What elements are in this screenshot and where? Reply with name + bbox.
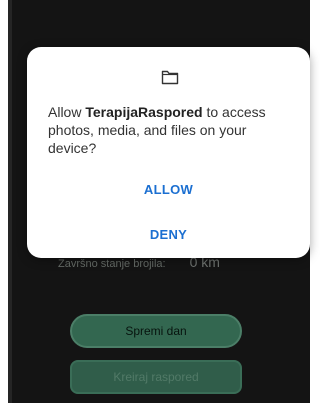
app-name: TerapijaRaspored [85, 104, 203, 120]
folder-icon [161, 70, 179, 85]
deny-button[interactable]: DENY [27, 227, 310, 242]
allow-button[interactable]: ALLOW [27, 182, 310, 197]
screen: Završno stanje brojila: 0 km Spremi dan … [0, 0, 310, 403]
message-prefix: Allow [48, 104, 86, 120]
permission-dialog: Allow TerapijaRaspored to access photos,… [27, 47, 310, 258]
permission-message: Allow TerapijaRaspored to access photos,… [48, 103, 293, 157]
